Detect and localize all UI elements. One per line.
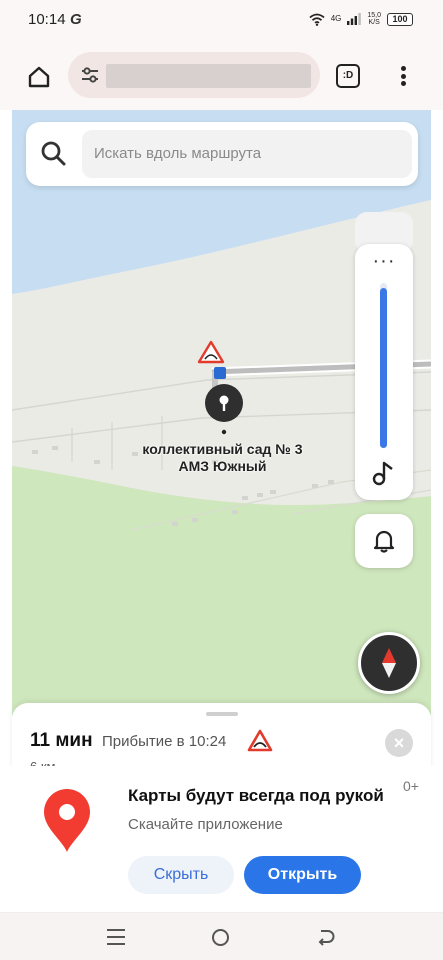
route-info-sheet[interactable]: 11 мин Прибытие в 10:24 × 6 км: [12, 703, 431, 774]
promo-title: Карты будут всегда под рукой: [128, 786, 384, 805]
music-note-icon[interactable]: [371, 460, 397, 486]
drag-handle[interactable]: [206, 712, 238, 716]
destination-pin-icon: [205, 384, 243, 435]
home-button[interactable]: [22, 60, 56, 94]
road-sign-icon: [214, 367, 226, 379]
zoom-slider-fill: [380, 287, 387, 448]
status-indicators: 4G 15,0 K/S 100: [309, 12, 413, 26]
search-input[interactable]: Искать вдоль маршрута: [82, 130, 412, 178]
map-side-panel: ···: [355, 244, 413, 500]
notifications-button[interactable]: [355, 514, 413, 568]
carrier-icon: G: [70, 11, 82, 28]
hide-button[interactable]: Скрыть: [128, 856, 234, 894]
route-duration: 11 мин: [30, 730, 93, 751]
zoom-slider[interactable]: [380, 283, 387, 448]
route-search-card: Искать вдоль маршрута: [26, 122, 418, 186]
address-bar[interactable]: [68, 52, 320, 98]
home-icon: [28, 66, 50, 88]
system-navigation-bar: [0, 912, 443, 960]
place-label[interactable]: коллективный сад № 3 АМЗ Южный: [140, 441, 305, 475]
speed-bump-warning-icon: [197, 340, 225, 364]
app-promo-banner: Карты будут всегда под рукой Скачайте пр…: [0, 766, 443, 912]
back-icon[interactable]: [316, 927, 336, 947]
url-text-redacted: [106, 64, 311, 88]
more-icon[interactable]: ···: [355, 251, 413, 271]
bell-icon: [373, 530, 395, 553]
net-speed: 15,0 K/S: [367, 12, 381, 26]
map-pin-icon: [44, 789, 90, 852]
search-placeholder: Искать вдоль маршрута: [94, 145, 262, 162]
age-rating: 0+: [403, 778, 419, 794]
net-speed-unit: K/S: [368, 19, 380, 26]
system-home-button[interactable]: [212, 929, 229, 946]
tabs-button[interactable]: :D: [336, 64, 360, 88]
signal-icon: [347, 13, 362, 25]
more-vert-icon[interactable]: [392, 64, 414, 88]
status-time: 10:14: [28, 11, 66, 28]
compass-icon: [382, 648, 396, 678]
search-icon[interactable]: [40, 140, 68, 168]
browser-toolbar: :D: [0, 40, 443, 110]
network-type: 4G: [330, 14, 342, 23]
status-bar: 10:14 G 4G 15,0 K/S 100: [0, 0, 443, 40]
speed-bump-warning-icon: [247, 729, 273, 752]
tune-icon[interactable]: [80, 65, 100, 85]
close-icon[interactable]: ×: [385, 729, 413, 757]
net-speed-value: 15,0: [367, 12, 381, 19]
battery-indicator: 100: [387, 12, 413, 26]
recent-apps-button[interactable]: [107, 929, 125, 945]
promo-subtitle: Скачайте приложение: [128, 816, 283, 833]
open-app-button[interactable]: Открыть: [244, 856, 361, 894]
wifi-icon: [309, 13, 325, 26]
route-arrival: Прибытие в 10:24: [102, 733, 227, 750]
compass-button[interactable]: [358, 632, 420, 694]
